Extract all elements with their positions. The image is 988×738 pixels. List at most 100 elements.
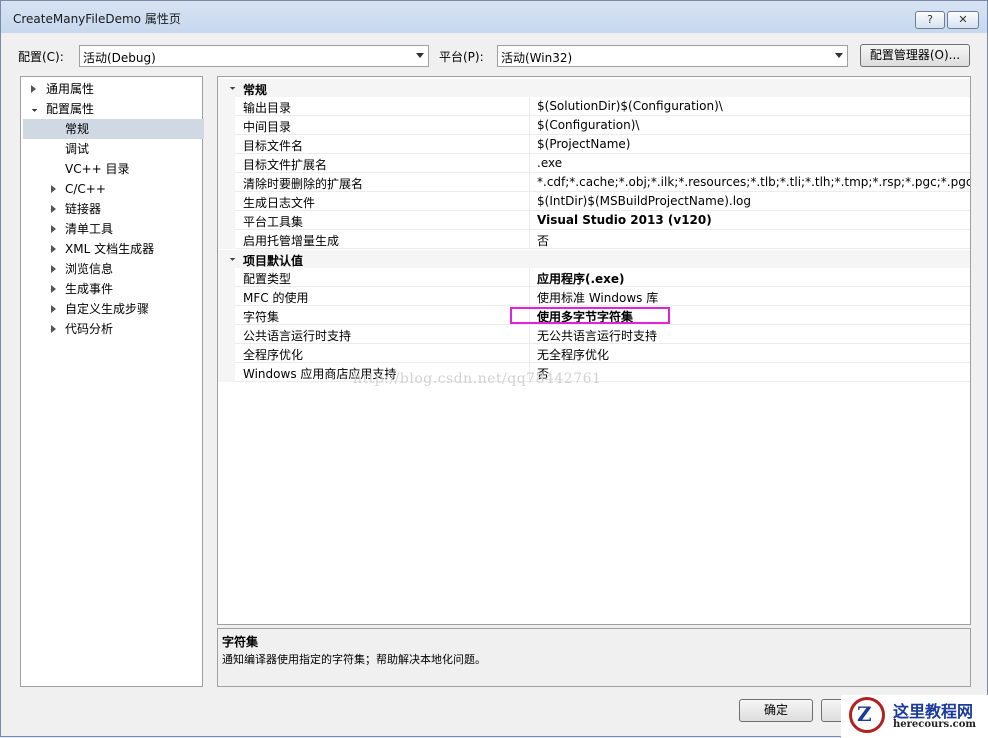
property-grid[interactable]: 常规 输出目录 $(SolutionDir)$(Configuration)\ …: [217, 76, 971, 625]
description-text: 通知编译器使用指定的字符集；帮助解决本地化问题。: [222, 653, 486, 666]
tree-item-label: XML 文档生成器: [65, 242, 155, 256]
property-value[interactable]: Visual Studio 2013 (v120): [537, 213, 712, 227]
tree-item-xml-doc-generator[interactable]: XML 文档生成器: [21, 239, 202, 259]
property-row-target-name[interactable]: 目标文件名 $(ProjectName): [218, 135, 970, 154]
property-row-intermediate-dir[interactable]: 中间目录 $(Configuration)\: [218, 116, 970, 135]
property-value[interactable]: $(IntDir)$(MSBuildProjectName).log: [537, 194, 751, 208]
collapse-arrow-icon[interactable]: [227, 253, 236, 261]
property-name: 公共语言运行时支持: [243, 329, 352, 343]
expand-arrow-icon[interactable]: [31, 85, 36, 93]
property-name: 中间目录: [243, 120, 292, 134]
close-button[interactable]: ✕: [947, 11, 979, 29]
property-name: 目标文件扩展名: [243, 158, 328, 172]
tree-item-cpp[interactable]: C/C++: [21, 179, 202, 199]
platform-label: 平台(P):: [439, 50, 484, 64]
category-label: 项目默认值: [243, 254, 304, 268]
collapse-arrow-icon[interactable]: [29, 104, 38, 112]
watermark: http://blog.csdn.net/qq78442761: [353, 371, 602, 387]
expand-arrow-icon[interactable]: [51, 205, 56, 213]
tree-item-config-properties[interactable]: 配置属性: [21, 99, 202, 119]
property-name: 平台工具集: [243, 215, 304, 229]
property-value[interactable]: $(SolutionDir)$(Configuration)\: [537, 99, 723, 113]
property-row-mfc-use[interactable]: MFC 的使用 使用标准 Windows 库: [218, 287, 970, 306]
site-logo: Z 这里教程网 herecours.com: [841, 695, 988, 738]
collapse-arrow-icon[interactable]: [227, 82, 236, 90]
property-value[interactable]: $(Configuration)\: [537, 118, 639, 132]
property-name: 全程序优化: [243, 348, 304, 362]
tree-item-custom-build-step[interactable]: 自定义生成步骤: [21, 299, 202, 319]
tree-item-general[interactable]: 常规: [23, 119, 204, 139]
category-label: 常规: [243, 83, 268, 97]
expand-arrow-icon[interactable]: [51, 325, 56, 333]
property-row-clean-extensions[interactable]: 清除时要删除的扩展名 *.cdf;*.cache;*.obj;*.ilk;*.r…: [218, 173, 970, 192]
category-project-defaults[interactable]: 项目默认值: [218, 250, 970, 268]
tree-item-browse-info[interactable]: 浏览信息: [21, 259, 202, 279]
tree-item-label: 配置属性: [46, 102, 95, 116]
property-row-managed-incremental[interactable]: 启用托管增量生成 否: [218, 230, 970, 249]
property-row-whole-program-opt[interactable]: 全程序优化 无全程序优化: [218, 344, 970, 363]
tree-item-label: 代码分析: [65, 322, 114, 336]
property-tree[interactable]: 通用属性 配置属性 常规 调试 VC++ 目录 C/C++ 链接器 清单工具 X…: [20, 76, 204, 687]
property-value[interactable]: *.cdf;*.cache;*.obj;*.ilk;*.resources;*.…: [537, 175, 970, 189]
help-button[interactable]: ?: [915, 11, 945, 29]
expand-arrow-icon[interactable]: [51, 285, 56, 293]
property-name: 输出目录: [243, 101, 292, 115]
platform-value: 活动(Win32): [501, 51, 573, 65]
tree-item-debugging[interactable]: 调试: [21, 139, 202, 159]
property-row-output-dir[interactable]: 输出目录 $(SolutionDir)$(Configuration)\: [218, 97, 970, 116]
tree-item-label: C/C++: [65, 182, 106, 196]
expand-arrow-icon[interactable]: [51, 225, 56, 233]
properties-window: CreateManyFileDemo 属性页 ? ✕ 配置(C): 活动(Deb…: [0, 0, 988, 738]
property-row-platform-toolset[interactable]: 平台工具集 Visual Studio 2013 (v120): [218, 211, 970, 230]
tree-item-vc-directories[interactable]: VC++ 目录: [21, 159, 202, 179]
property-name: 生成日志文件: [243, 196, 316, 210]
expand-arrow-icon[interactable]: [51, 185, 56, 193]
tree-item-label: 生成事件: [65, 282, 114, 296]
title-bar: CreateManyFileDemo 属性页 ? ✕: [1, 1, 987, 33]
property-value[interactable]: 使用标准 Windows 库: [537, 289, 658, 306]
expand-arrow-icon[interactable]: [51, 305, 56, 313]
property-row-clr-support[interactable]: 公共语言运行时支持 无公共语言运行时支持: [218, 325, 970, 344]
highlight-box: [510, 307, 670, 324]
config-manager-button[interactable]: 配置管理器(O)...: [860, 44, 970, 67]
tree-item-label: VC++ 目录: [65, 162, 130, 176]
logo-letter: Z: [857, 702, 872, 726]
window-title: CreateManyFileDemo 属性页: [13, 12, 181, 26]
property-name: MFC 的使用: [243, 291, 309, 305]
property-value[interactable]: 否: [537, 232, 549, 249]
tree-item-manifest-tool[interactable]: 清单工具: [21, 219, 202, 239]
tree-item-label: 常规: [65, 122, 90, 136]
expand-arrow-icon[interactable]: [51, 245, 56, 253]
property-name: 配置类型: [243, 272, 292, 286]
property-row-target-ext[interactable]: 目标文件扩展名 .exe: [218, 154, 970, 173]
description-panel: 字符集 通知编译器使用指定的字符集；帮助解决本地化问题。: [217, 628, 971, 687]
property-value[interactable]: 无全程序优化: [537, 346, 609, 363]
property-row-build-log[interactable]: 生成日志文件 $(IntDir)$(MSBuildProjectName).lo…: [218, 192, 970, 211]
tree-item-linker[interactable]: 链接器: [21, 199, 202, 219]
chevron-down-icon: [416, 53, 424, 58]
property-value[interactable]: 应用程序(.exe): [537, 270, 625, 287]
config-combobox[interactable]: 活动(Debug): [79, 45, 429, 67]
tree-item-label: 调试: [65, 142, 90, 156]
property-row-config-type[interactable]: 配置类型 应用程序(.exe): [218, 268, 970, 287]
property-name: 字符集: [243, 310, 280, 324]
tree-item-label: 通用属性: [46, 82, 95, 96]
tree-item-label: 浏览信息: [65, 262, 114, 276]
tree-item-label: 清单工具: [65, 222, 114, 236]
property-name: 启用托管增量生成: [243, 234, 340, 248]
tree-item-common-properties[interactable]: 通用属性: [21, 79, 202, 99]
expand-arrow-icon[interactable]: [51, 265, 56, 273]
platform-combobox[interactable]: 活动(Win32): [497, 45, 848, 67]
property-value[interactable]: .exe: [537, 156, 562, 170]
category-general[interactable]: 常规: [218, 79, 970, 97]
config-label: 配置(C):: [18, 50, 64, 64]
tree-item-code-analysis[interactable]: 代码分析: [21, 319, 202, 339]
property-value[interactable]: 无公共语言运行时支持: [537, 327, 657, 344]
tree-item-build-events[interactable]: 生成事件: [21, 279, 202, 299]
property-value[interactable]: $(ProjectName): [537, 137, 630, 151]
dialog-client: 配置(C): 活动(Debug) 平台(P): 活动(Win32) 配置管理器(…: [9, 33, 979, 729]
logo-url: herecours.com: [893, 719, 977, 730]
tree-item-label: 链接器: [65, 202, 102, 216]
ok-button[interactable]: 确定: [739, 699, 813, 722]
property-name: 清除时要删除的扩展名: [243, 177, 364, 191]
